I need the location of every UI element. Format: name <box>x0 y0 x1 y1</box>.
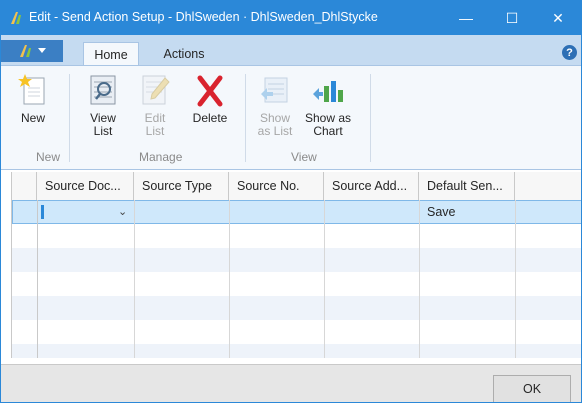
column-divider <box>134 200 135 358</box>
column-header-source-add[interactable]: Source Add... <box>324 172 419 200</box>
chevron-down-icon <box>38 48 46 53</box>
show-as-list-label: Show as List <box>253 112 297 138</box>
group-label-manage: Manage <box>139 150 183 164</box>
tab-home[interactable]: Home <box>83 42 139 67</box>
show-as-list-button[interactable]: Show as List <box>253 72 297 138</box>
data-grid: Source Doc... Source Type Source No. Sou… <box>11 172 581 358</box>
app-logo-icon <box>9 11 23 25</box>
column-header-source-doc[interactable]: Source Doc... <box>37 172 134 200</box>
ok-button[interactable]: OK <box>493 375 571 402</box>
text-cursor <box>41 205 44 219</box>
table-row-empty[interactable] <box>12 296 581 320</box>
edit-list-label: Edit List <box>133 112 177 138</box>
show-as-chart-icon <box>310 72 346 108</box>
column-divider <box>515 200 516 358</box>
column-divider <box>419 200 420 358</box>
maximize-button[interactable]: ☐ <box>489 1 535 35</box>
group-separator <box>370 74 371 162</box>
new-document-icon <box>15 72 51 108</box>
edit-list-icon <box>137 72 173 108</box>
dialog-footer: OK <box>1 364 581 402</box>
table-row-empty[interactable] <box>12 224 581 248</box>
new-button[interactable]: New <box>11 72 55 125</box>
app-logo-icon <box>20 45 31 57</box>
view-list-label-line1: View <box>90 111 116 125</box>
help-icon[interactable]: ? <box>562 45 577 60</box>
app-menu-button[interactable] <box>1 40 63 62</box>
row-selector-column[interactable] <box>12 200 38 358</box>
table-row[interactable] <box>12 200 581 224</box>
column-divider <box>229 200 230 358</box>
group-label-view: View <box>291 150 317 164</box>
title-bar[interactable]: Edit - Send Action Setup - DhlSweden · D… <box>1 1 581 35</box>
window-title: Edit - Send Action Setup - DhlSweden · D… <box>29 10 378 24</box>
table-row-empty[interactable] <box>12 272 581 296</box>
table-row-empty[interactable] <box>12 344 581 358</box>
dialog-window: Edit - Send Action Setup - DhlSweden · D… <box>0 0 582 403</box>
group-separator <box>245 74 246 162</box>
show-as-chart-label: Show as Chart <box>303 112 353 138</box>
show-as-chart-button[interactable]: Show as Chart <box>303 72 353 138</box>
edit-list-label-line1: Edit <box>144 111 166 125</box>
delete-label: Delete <box>192 111 228 125</box>
show-as-chart-label-line1: Show as <box>304 111 352 125</box>
column-header-default-send[interactable]: Default Sen... <box>419 172 515 200</box>
new-label: New <box>20 111 45 125</box>
default-send-cell[interactable]: Save <box>427 205 456 219</box>
close-button[interactable]: ✕ <box>535 1 581 35</box>
view-list-button[interactable]: View List <box>81 72 125 138</box>
minimize-button[interactable]: — <box>443 1 489 35</box>
column-header-source-no[interactable]: Source No. <box>229 172 324 200</box>
table-row-empty[interactable] <box>12 320 581 344</box>
ribbon: New View List Edit List Delete New Manag… <box>1 65 581 170</box>
view-list-label: View List <box>81 112 125 138</box>
show-as-chart-label-line2: Chart <box>313 124 343 138</box>
show-as-list-label-line2: as List <box>257 124 293 138</box>
table-row-empty[interactable] <box>12 248 581 272</box>
delete-button[interactable]: Delete <box>186 72 234 125</box>
row-selector-header[interactable] <box>12 172 37 200</box>
delete-x-icon <box>192 72 228 108</box>
column-header-source-type[interactable]: Source Type <box>134 172 229 200</box>
edit-list-button[interactable]: Edit List <box>133 72 177 138</box>
edit-list-label-line2: List <box>145 124 165 138</box>
show-as-list-icon <box>257 72 293 108</box>
view-list-icon <box>85 72 121 108</box>
group-separator <box>69 74 70 162</box>
view-list-label-line2: List <box>93 124 113 138</box>
group-label-new: New <box>36 150 61 164</box>
ribbon-tab-strip: Home Actions ? <box>1 35 581 67</box>
column-divider <box>324 200 325 358</box>
tab-actions[interactable]: Actions <box>149 42 219 66</box>
grid-header: Source Doc... Source Type Source No. Sou… <box>12 172 581 201</box>
show-as-list-label-line1: Show <box>259 111 291 125</box>
chevron-down-icon[interactable]: ⌄ <box>118 205 127 218</box>
